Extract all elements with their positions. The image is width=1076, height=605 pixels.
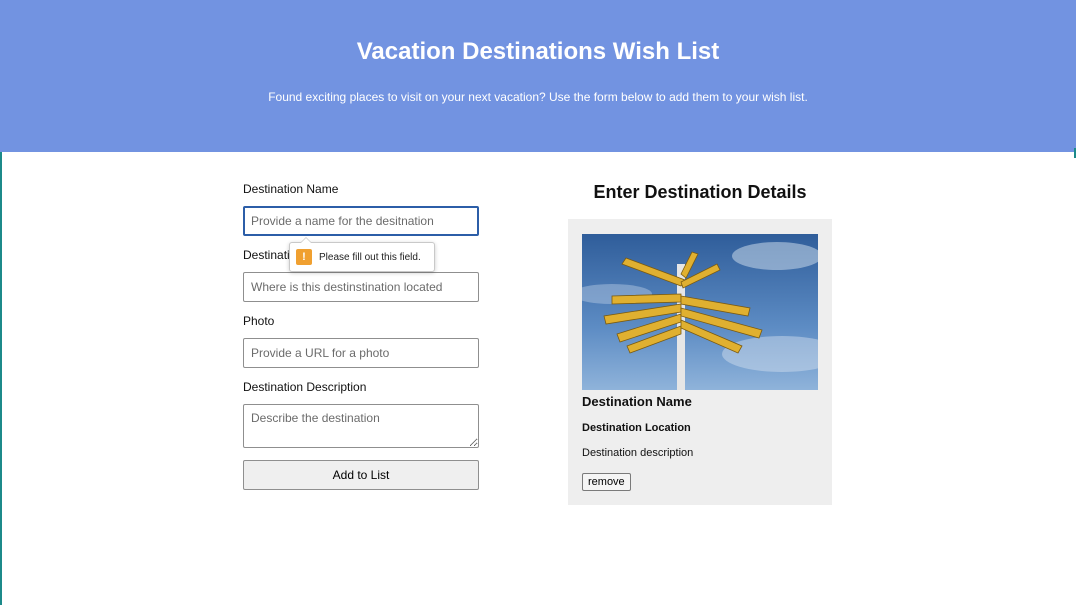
card-destination-location: Destination Location — [582, 422, 691, 434]
validation-tooltip: ! Please fill out this field. — [289, 237, 435, 272]
signpost-photo-icon — [582, 234, 818, 390]
preview-heading: Enter Destination Details — [593, 182, 807, 202]
page-subtitle: Found exciting places to visit on your n… — [268, 90, 808, 104]
destination-description-input[interactable] — [243, 404, 479, 448]
warning-icon: ! — [296, 249, 312, 265]
validation-message: Please fill out this field. — [319, 251, 421, 263]
card-destination-description: Destination description — [582, 447, 694, 459]
destination-name-input[interactable] — [243, 206, 479, 236]
name-label: Destination Name — [243, 182, 339, 196]
window-edge — [0, 152, 2, 605]
destination-location-input[interactable] — [243, 272, 479, 302]
photo-label: Photo — [243, 314, 275, 328]
card-destination-name: Destination Name — [582, 394, 692, 409]
destination-photo — [582, 234, 818, 390]
description-label: Destination Description — [243, 380, 367, 394]
photo-url-input[interactable] — [243, 338, 479, 368]
add-to-list-button[interactable]: Add to List — [243, 460, 479, 490]
page-title: Vacation Destinations Wish List — [356, 38, 720, 65]
page-header: Vacation Destinations Wish List Found ex… — [0, 0, 1076, 152]
destination-card: Destination Name Destination Location De… — [568, 219, 832, 505]
remove-button[interactable]: remove — [582, 473, 631, 491]
